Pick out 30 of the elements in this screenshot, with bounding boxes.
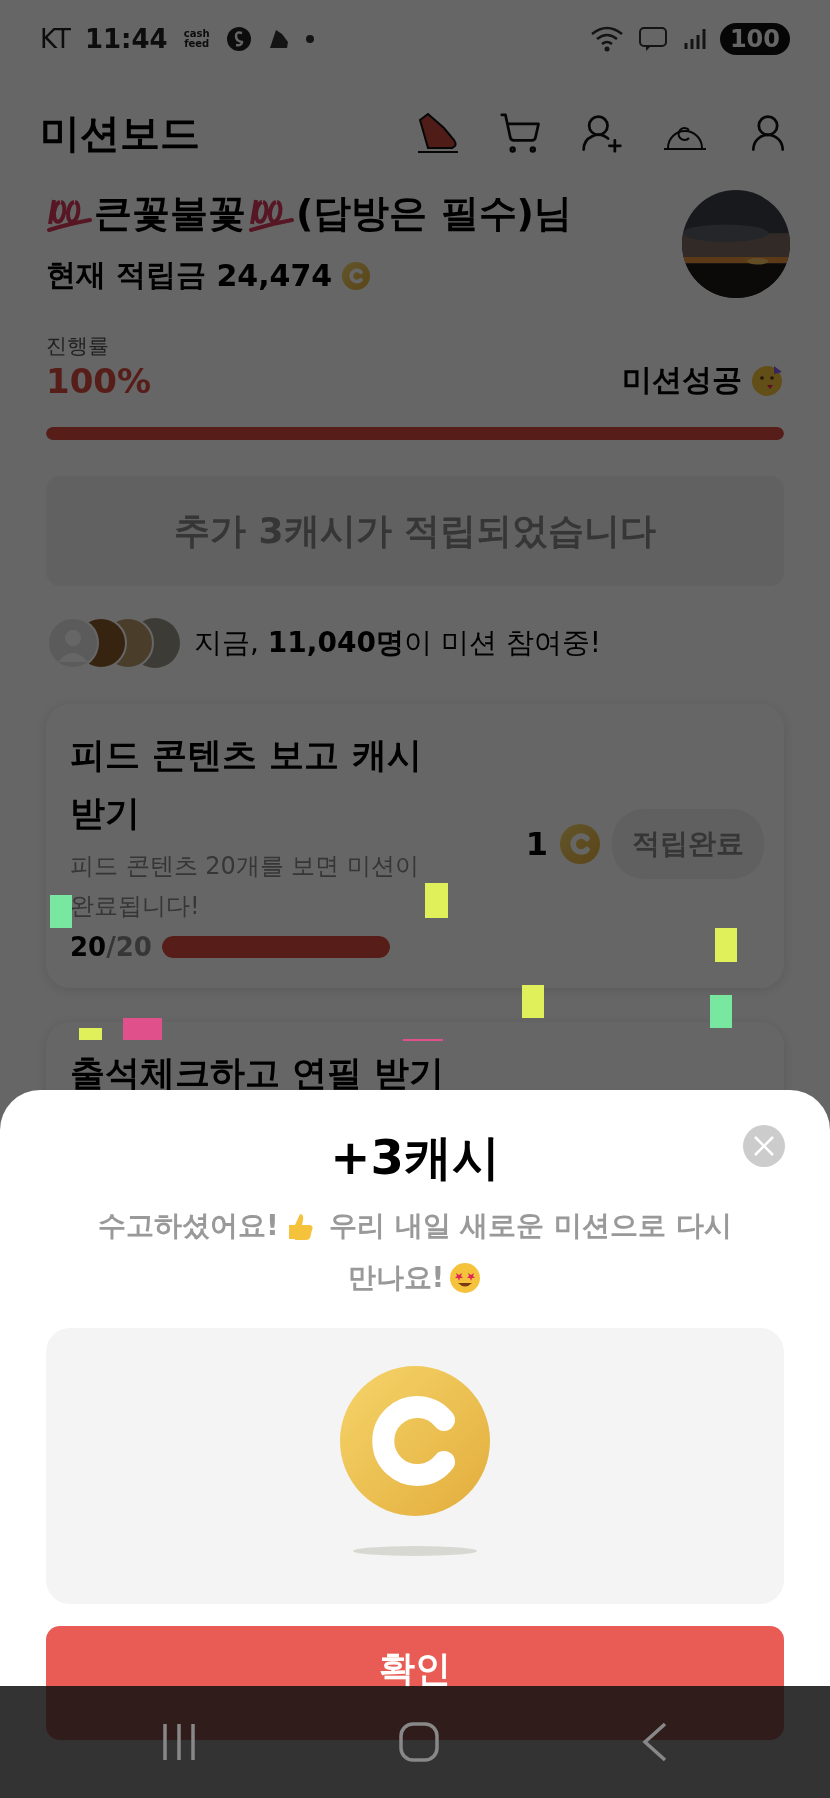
sheet-message: 우리 내일 새로운 미션으로 다시 xyxy=(328,1208,732,1244)
progress-percent: 100% xyxy=(46,360,152,401)
home-icon[interactable] xyxy=(398,1721,440,1763)
app-notification-icon xyxy=(225,26,252,52)
page-title: 미션보드 xyxy=(40,108,201,158)
user-nickname: 큰꽃불꽃 xyxy=(94,190,246,237)
sheet-message: 수고하셨어요! xyxy=(98,1208,279,1244)
nickname-suffix: (답방은 필수)님 xyxy=(296,190,572,237)
hd-voice-icon xyxy=(637,26,668,52)
app-notification-label: cash feed xyxy=(182,29,211,49)
reward-amount: 1 xyxy=(525,825,548,863)
wifi-icon xyxy=(589,26,624,52)
star-struck-icon xyxy=(448,1261,483,1295)
progress-label: 진행률 xyxy=(46,333,110,360)
mission-status: 미션성공 xyxy=(622,361,742,399)
mission-title: 출석체크하고 연필 받기 xyxy=(70,1052,446,1095)
recent-apps-icon[interactable] xyxy=(160,1722,197,1762)
cart-icon[interactable] xyxy=(498,111,542,155)
battery-level: 100 xyxy=(719,23,790,55)
carrier: KT xyxy=(40,24,71,54)
balance-amount: 24,474 xyxy=(216,258,333,293)
close-icon xyxy=(753,1135,775,1157)
sheet-message: 만나요! xyxy=(347,1260,445,1296)
party-face-icon xyxy=(750,363,784,398)
clock: 11:44 xyxy=(84,24,168,54)
balance-label: 현재 적립금 xyxy=(46,256,207,294)
mission-title: 피드 콘텐츠 보고 캐시 받기 xyxy=(70,734,423,835)
participant-count: 지금, 11,040명이 미션 참여중! xyxy=(194,625,601,661)
dot-icon xyxy=(305,35,314,43)
sheet-title: +3캐시 xyxy=(330,1128,500,1187)
